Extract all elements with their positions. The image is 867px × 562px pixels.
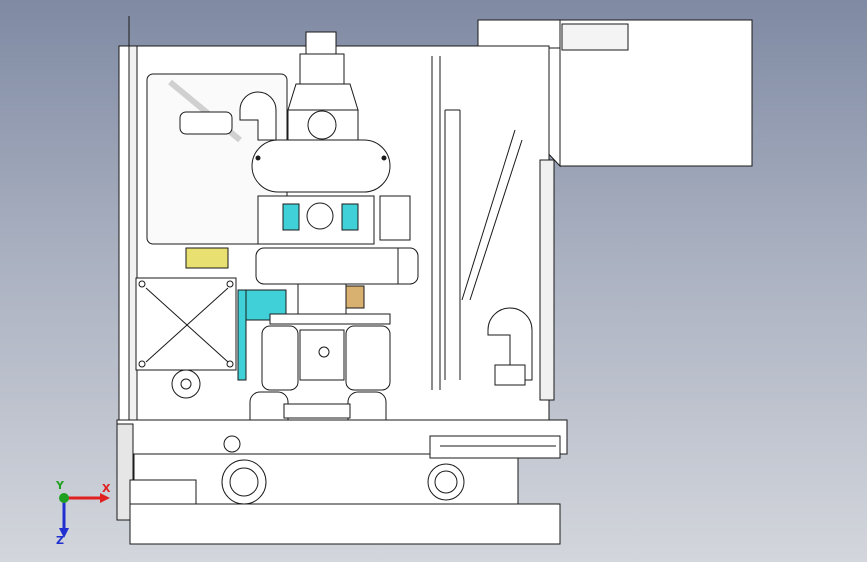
base-conveyor — [116, 419, 568, 545]
valve-block — [257, 195, 411, 245]
motor-box — [135, 277, 237, 371]
coordinate-triad: X Y Z — [44, 478, 114, 548]
y-axis-label: Y — [55, 479, 65, 492]
oval-chamber — [251, 139, 391, 193]
y-axis-dot — [59, 493, 69, 503]
x-axis-label: X — [102, 482, 111, 495]
cad-model-viewport[interactable] — [0, 0, 867, 562]
z-axis-label: Z — [56, 534, 64, 547]
pulley — [171, 369, 201, 399]
